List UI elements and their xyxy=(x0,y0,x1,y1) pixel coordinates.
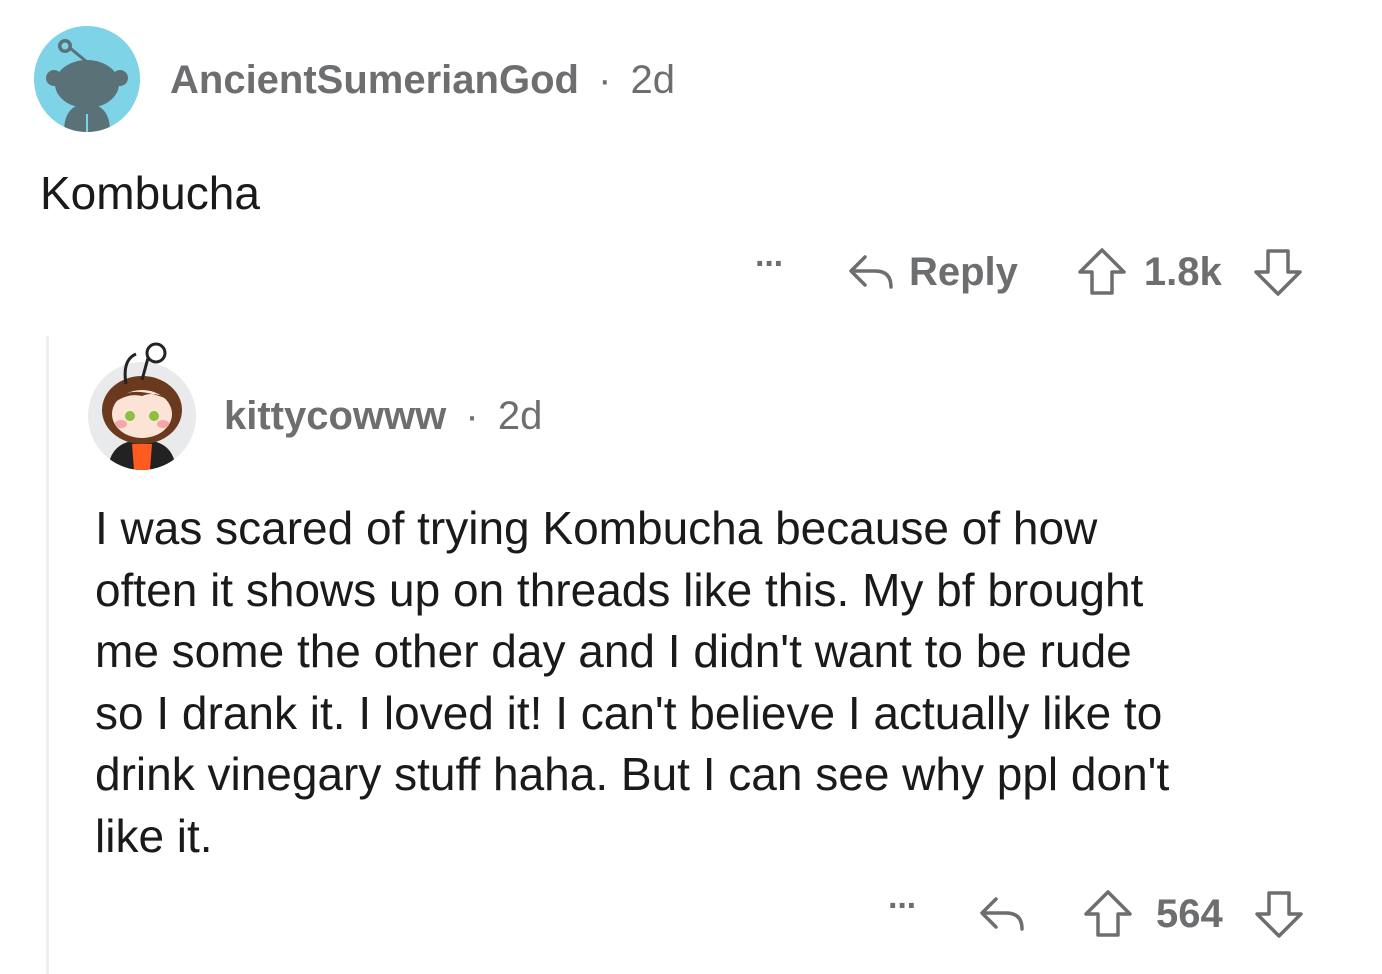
avatar[interactable] xyxy=(34,26,140,132)
body-line: I was scared of trying Kombucha because … xyxy=(95,502,1098,554)
reply-button[interactable]: Reply xyxy=(845,250,1018,295)
comment-body: I was scared of trying Kombucha because … xyxy=(95,498,1169,867)
downvote-button[interactable] xyxy=(1252,247,1304,297)
more-options-button[interactable]: ··· xyxy=(888,889,918,923)
timestamp: 2d xyxy=(497,394,543,438)
upvote-button[interactable] xyxy=(1082,889,1134,939)
downvote-button[interactable] xyxy=(1253,889,1305,939)
body-line: me some the other day and I didn't want … xyxy=(95,625,1132,677)
timestamp: 2d xyxy=(630,58,676,102)
downvote-arrow-icon xyxy=(1254,891,1303,938)
more-options-button[interactable]: ··· xyxy=(755,247,785,281)
upvote-button[interactable] xyxy=(1076,247,1128,297)
comment-actions: ··· 564 xyxy=(888,886,1305,942)
body-line: drink vinegary stuff haha. But I can see… xyxy=(95,748,1170,800)
thread-line[interactable] xyxy=(46,336,49,974)
body-line: so I drank it. I loved it! I can't belie… xyxy=(95,686,1163,739)
reply-button[interactable] xyxy=(976,893,1026,935)
vote-score: 1.8k xyxy=(1143,249,1222,294)
body-line: like it. xyxy=(95,809,213,862)
upvote-arrow-icon xyxy=(1078,248,1126,295)
avatar[interactable] xyxy=(86,340,198,470)
comment-actions: ··· Reply 1.8k xyxy=(755,244,1304,300)
comment-meta: kittycowww · 2d xyxy=(224,391,542,441)
vote-score: 564 xyxy=(1155,891,1223,936)
username[interactable]: kittycowww xyxy=(224,394,446,438)
upvote-arrow-icon xyxy=(1084,890,1132,937)
separator-dot: · xyxy=(465,394,479,438)
body-line: often it shows up on threads like this. … xyxy=(95,563,1144,616)
separator-dot: · xyxy=(598,58,612,102)
comment-body: Kombucha xyxy=(40,167,260,219)
reply-arrow-icon xyxy=(980,897,1024,931)
snoo-avatar-icon xyxy=(88,342,196,470)
reply-label: Reply xyxy=(908,249,1018,294)
snoo-avatar-icon xyxy=(34,26,140,132)
downvote-arrow-icon xyxy=(1254,249,1302,296)
username[interactable]: AncientSumerianGod xyxy=(170,58,579,102)
comment-meta: AncientSumerianGod · 2d xyxy=(170,55,675,105)
reply-arrow-icon xyxy=(849,255,893,289)
